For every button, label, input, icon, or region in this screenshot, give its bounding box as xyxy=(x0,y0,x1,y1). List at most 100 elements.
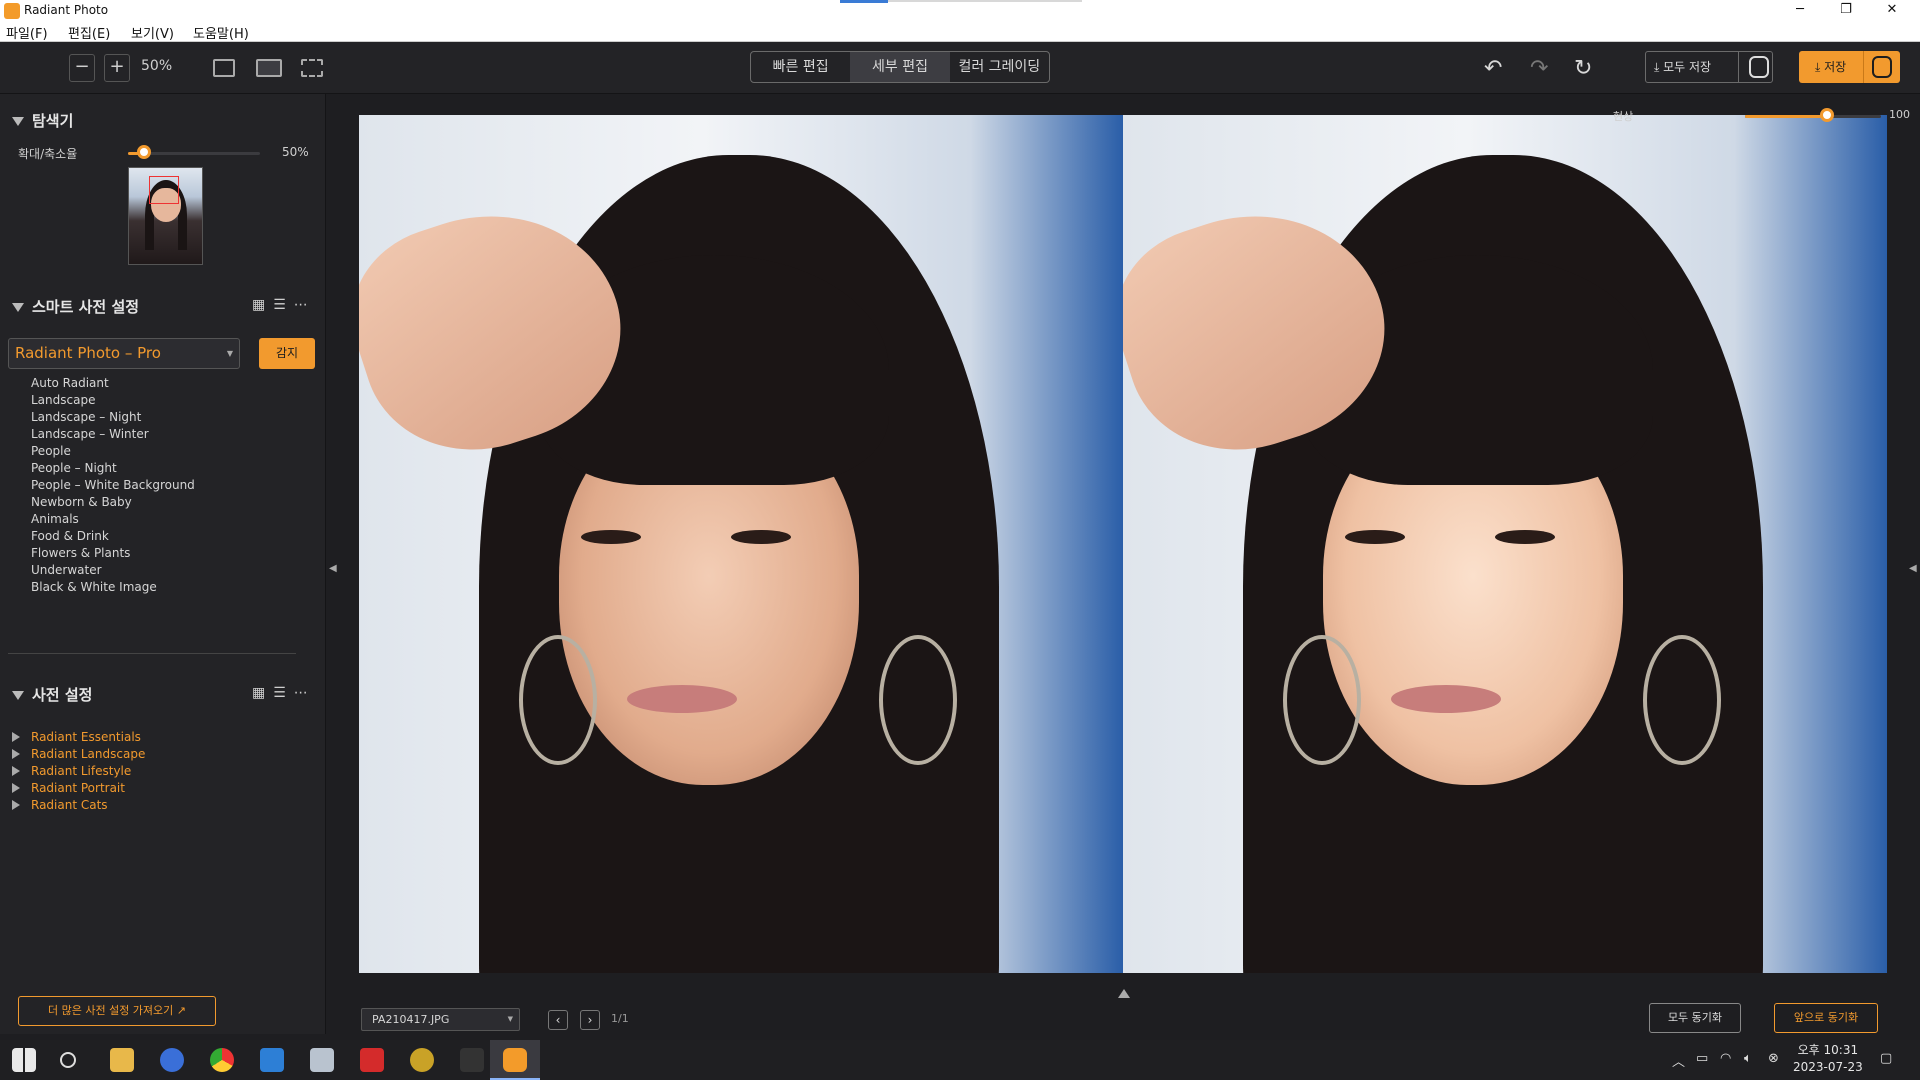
save-all-options-icon[interactable] xyxy=(1749,56,1769,78)
split-view-icon[interactable] xyxy=(256,59,282,77)
tab-indicator xyxy=(840,0,888,3)
smart-preset-item[interactable]: People xyxy=(31,443,195,460)
collapse-left-panel-icon[interactable]: ◀ xyxy=(329,563,337,574)
smart-preset-item[interactable]: Auto Radiant xyxy=(31,375,195,392)
after-image[interactable] xyxy=(1123,115,1887,973)
presets-title: 사전 설정 xyxy=(32,686,93,704)
single-view-icon[interactable] xyxy=(213,59,235,77)
save-separator xyxy=(1863,51,1864,83)
preset-group-item[interactable]: Radiant Landscape xyxy=(12,746,145,763)
photo-right-eye xyxy=(1495,530,1555,544)
collapse-triangle-icon xyxy=(12,691,24,700)
smart-presets-header[interactable]: 스마트 사전 설정 xyxy=(12,296,139,317)
save-all-separator xyxy=(1738,52,1739,82)
zoom-slider-handle[interactable] xyxy=(136,145,151,159)
app-window-icon[interactable] xyxy=(310,1048,334,1072)
app-logo-icon xyxy=(4,3,20,19)
clock-date: 2023-07-23 xyxy=(1793,1060,1863,1074)
before-image[interactable] xyxy=(359,115,1123,973)
undo-icon[interactable]: ↶ xyxy=(1484,56,1502,81)
detect-button[interactable]: 감지 xyxy=(259,338,315,369)
strength-slider-handle[interactable] xyxy=(1819,108,1834,122)
browser-icon[interactable] xyxy=(160,1048,184,1072)
smart-preset-item[interactable]: Landscape – Winter xyxy=(31,426,195,443)
photo-left-earring xyxy=(519,635,597,765)
menu-edit[interactable]: 편집(E) xyxy=(68,23,110,42)
viewport-rectangle[interactable] xyxy=(149,176,179,204)
tool-app-icon[interactable] xyxy=(460,1048,484,1072)
file-selector[interactable]: PA210417.JPG ▼ xyxy=(361,1008,520,1031)
smart-preset-item[interactable]: People – White Background xyxy=(31,477,195,494)
chrome-icon[interactable] xyxy=(210,1048,234,1072)
photo-left-eye xyxy=(581,530,641,544)
menu-file[interactable]: 파일(F) xyxy=(6,23,48,42)
smart-preset-item[interactable]: People – Night xyxy=(31,460,195,477)
photo-left-eye xyxy=(1345,530,1405,544)
navigator-header[interactable]: 탐색기 xyxy=(12,110,73,131)
collapse-right-panel-icon[interactable]: ◀ xyxy=(1909,563,1917,574)
minimize-button[interactable]: ─ xyxy=(1777,0,1823,22)
zoom-out-button[interactable]: − xyxy=(69,54,95,82)
presets-header[interactable]: 사전 설정 xyxy=(12,684,92,705)
reset-icon[interactable]: ↻ xyxy=(1574,56,1592,81)
sync-forward-button[interactable]: 앞으로 동기화 xyxy=(1774,1003,1878,1033)
redo-icon[interactable]: ↷ xyxy=(1530,56,1548,81)
tray-expand-icon[interactable]: ︿ xyxy=(1672,1051,1685,1070)
file-explorer-icon[interactable] xyxy=(110,1048,134,1072)
flash-app-icon[interactable] xyxy=(360,1048,384,1072)
navigator-thumbnail[interactable] xyxy=(128,167,203,265)
navigator-title: 탐색기 xyxy=(32,112,74,130)
expand-triangle-icon xyxy=(12,766,20,776)
battery-icon[interactable]: ▭ xyxy=(1696,1051,1708,1066)
smart-preset-item[interactable]: Animals xyxy=(31,511,195,528)
preset-group-item[interactable]: Radiant Cats xyxy=(12,797,145,814)
maximize-button[interactable]: ❐ xyxy=(1823,0,1869,22)
save-button[interactable]: ⤓ 저장 xyxy=(1799,51,1900,83)
expand-triangle-icon xyxy=(12,783,20,793)
tab-color-grading[interactable]: 컬러 그레이딩 xyxy=(950,52,1049,82)
close-button[interactable]: ✕ xyxy=(1869,0,1915,22)
smart-preset-item[interactable]: Landscape xyxy=(31,392,195,409)
next-image-button[interactable]: › xyxy=(580,1010,600,1030)
tab-detail-edit[interactable]: 세부 편집 xyxy=(850,52,950,82)
windows-start-icon[interactable] xyxy=(12,1048,36,1072)
menu-bar: 파일(F) 편집(E) 보기(V) 도움말(H) xyxy=(0,22,1920,42)
smart-preset-item[interactable]: Food & Drink xyxy=(31,528,195,545)
smart-preset-item[interactable]: Flowers & Plants xyxy=(31,545,195,562)
ime-icon[interactable]: ⊗ xyxy=(1768,1051,1779,1066)
volume-icon[interactable]: 🔈︎ xyxy=(1744,1051,1752,1066)
menu-view[interactable]: 보기(V) xyxy=(131,23,174,42)
preset-group-item[interactable]: Radiant Essentials xyxy=(12,729,145,746)
radiant-photo-taskbar-icon[interactable] xyxy=(503,1048,527,1072)
notification-icon[interactable]: ▢ xyxy=(1880,1051,1892,1066)
sync-all-button[interactable]: 모두 동기화 xyxy=(1649,1003,1741,1033)
smart-preset-selected: Radiant Photo – Pro xyxy=(15,344,161,362)
zoom-label: 확대/축소율 xyxy=(18,147,78,161)
taskbar-clock[interactable]: 오후 10:31 2023-07-23 xyxy=(1793,1042,1863,1076)
zoom-in-button[interactable]: + xyxy=(104,54,130,82)
search-icon[interactable] xyxy=(60,1052,76,1068)
tab-indicator-track xyxy=(888,0,1082,2)
clock-time: 오후 10:31 xyxy=(1797,1043,1859,1057)
expand-filmstrip-icon[interactable] xyxy=(1118,989,1130,998)
smart-presets-view-icons[interactable]: ▦☰⋯ xyxy=(252,297,316,313)
side-by-side-view-icon[interactable] xyxy=(301,59,323,77)
save-options-icon[interactable] xyxy=(1872,56,1892,78)
smart-preset-dropdown[interactable]: Radiant Photo – Pro ▼ xyxy=(8,338,240,369)
prev-image-button[interactable]: ‹ xyxy=(548,1010,568,1030)
get-more-presets-button[interactable]: 더 많은 사전 설정 가져오기 ↗ xyxy=(18,996,216,1026)
tab-quick-edit[interactable]: 빠른 편집 xyxy=(751,52,850,82)
preset-group-item[interactable]: Radiant Lifestyle xyxy=(12,763,145,780)
menu-help[interactable]: 도움말(H) xyxy=(193,23,249,42)
smart-preset-item[interactable]: Black & White Image xyxy=(31,579,195,596)
wifi-icon[interactable]: ◠ xyxy=(1720,1051,1731,1066)
smart-preset-item[interactable]: Landscape – Night xyxy=(31,409,195,426)
smart-preset-item[interactable]: Newborn & Baby xyxy=(31,494,195,511)
game-launcher-icon[interactable] xyxy=(410,1048,434,1072)
save-all-button[interactable]: ⤓ 모두 저장 xyxy=(1645,51,1773,83)
presets-view-icons[interactable]: ▦☰⋯ xyxy=(252,685,316,701)
expand-triangle-icon xyxy=(12,749,20,759)
smart-preset-item[interactable]: Underwater xyxy=(31,562,195,579)
preset-group-item[interactable]: Radiant Portrait xyxy=(12,780,145,797)
calculator-icon[interactable] xyxy=(260,1048,284,1072)
